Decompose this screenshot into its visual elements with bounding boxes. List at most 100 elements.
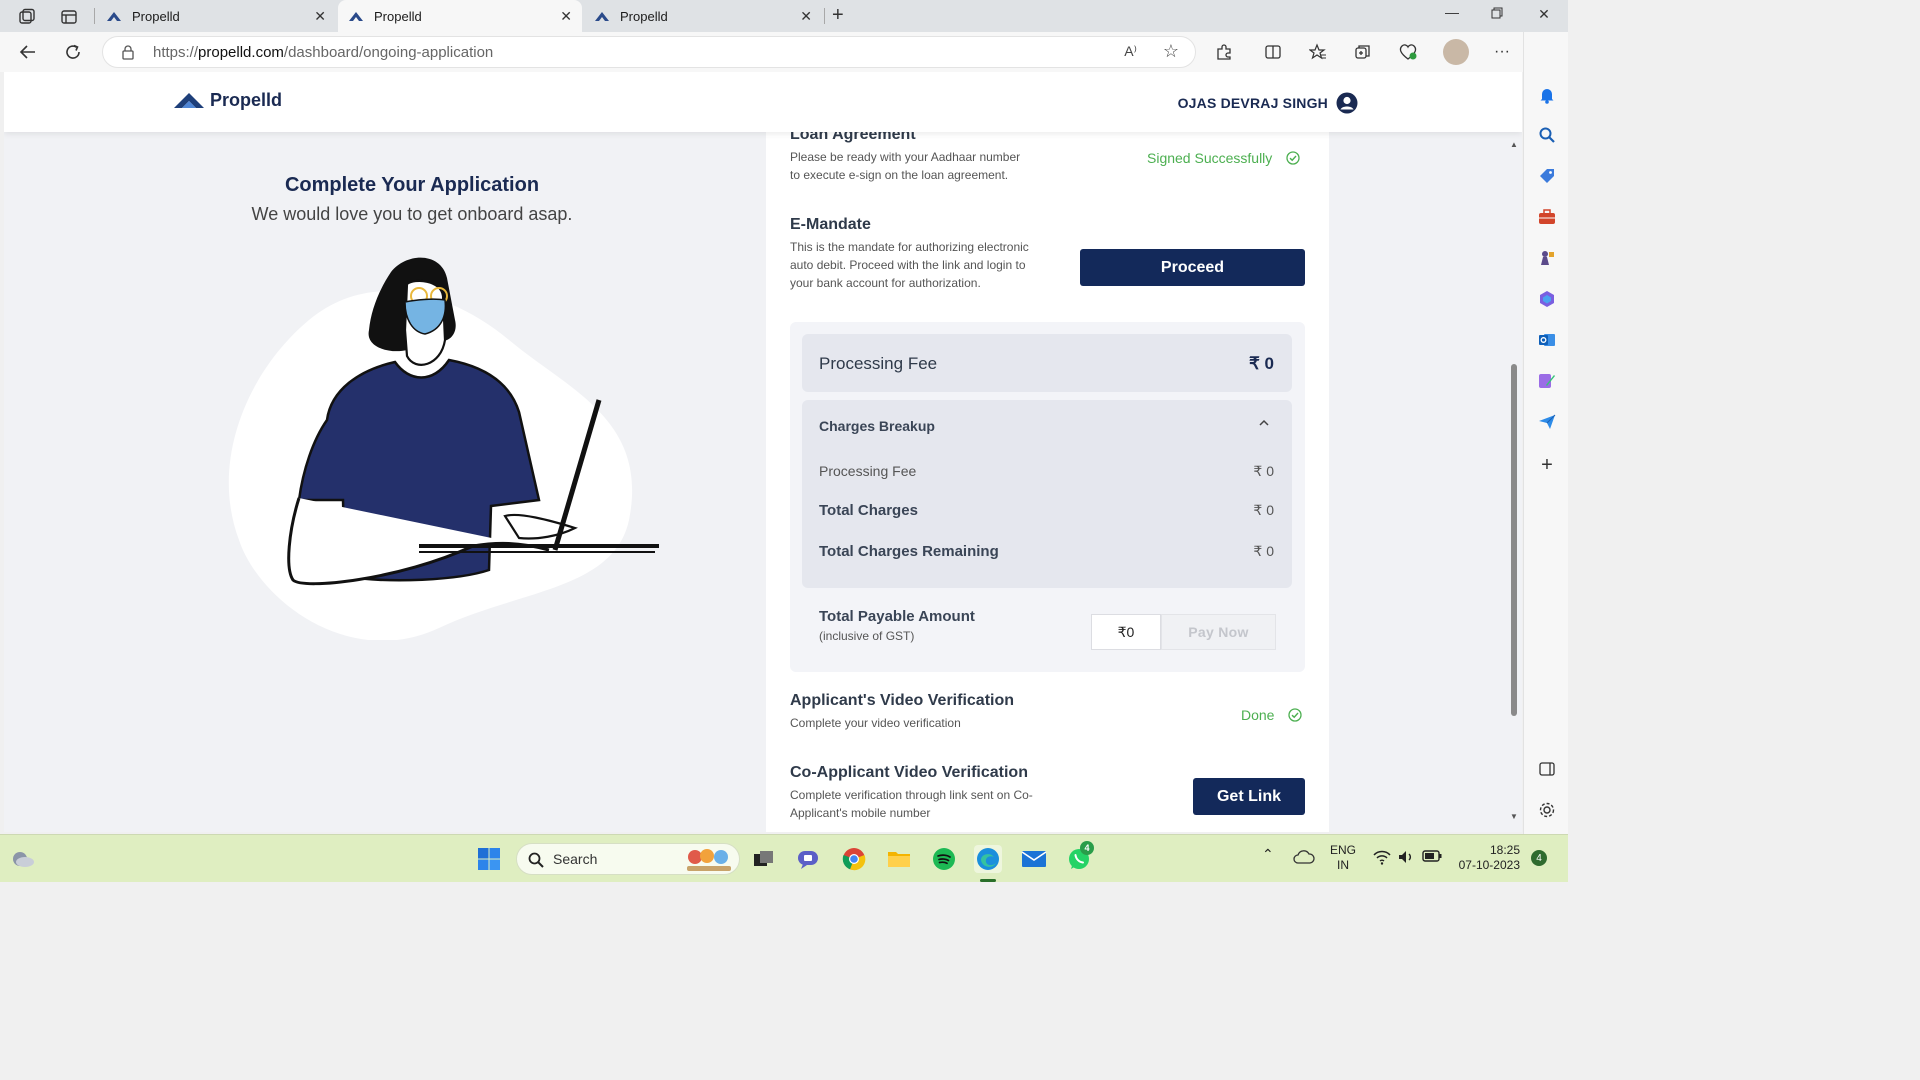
chevron-up-icon[interactable] xyxy=(1258,416,1270,430)
system-clock[interactable]: 18:25 07-10-2023 xyxy=(1454,843,1520,873)
designer-icon[interactable] xyxy=(1536,370,1558,392)
total-payable: Total Payable Amount (inclusive of GST) xyxy=(819,608,975,643)
clock-time: 18:25 xyxy=(1489,843,1520,857)
restore-icon[interactable] xyxy=(1487,6,1507,22)
settings-gear-icon[interactable] xyxy=(1536,799,1558,821)
volume-icon[interactable] xyxy=(1397,849,1415,869)
browser-tab-1[interactable]: Propelld ✕ xyxy=(96,0,336,32)
url-domain: propelld.com xyxy=(198,44,284,61)
extensions-icon[interactable] xyxy=(1213,41,1235,63)
browser-essentials-icon[interactable] xyxy=(1397,41,1419,63)
lock-icon[interactable] xyxy=(121,44,135,65)
teams-chat-icon[interactable] xyxy=(795,845,823,873)
hot-air-balloons-icon xyxy=(687,849,731,871)
spotify-icon[interactable] xyxy=(930,845,958,873)
profile-avatar[interactable] xyxy=(1443,39,1469,65)
tab-title: Propelld xyxy=(132,8,180,24)
done-status-text: Done xyxy=(1241,707,1275,723)
microsoft-365-icon[interactable] xyxy=(1536,288,1558,310)
weather-widget-icon[interactable] xyxy=(9,845,37,873)
windows-start-icon[interactable] xyxy=(475,845,503,873)
site-header: Propelld OJAS DEVRAJ SINGH xyxy=(4,72,1522,132)
breakup-row: Total Charges ₹ 0 xyxy=(819,502,1274,519)
minimize-icon[interactable]: — xyxy=(1442,4,1462,20)
chrome-icon[interactable] xyxy=(840,845,868,873)
back-arrow-icon[interactable] xyxy=(16,40,40,64)
notifications-bell-icon[interactable] xyxy=(1536,84,1558,106)
search-icon[interactable] xyxy=(1536,124,1558,146)
file-explorer-icon[interactable] xyxy=(885,845,913,873)
onedrive-cloud-icon[interactable] xyxy=(1293,849,1315,869)
scroll-up-arrow-icon[interactable]: ▲ xyxy=(1510,140,1518,149)
hide-sidebar-icon[interactable] xyxy=(1536,758,1558,780)
task-view-icon[interactable] xyxy=(750,845,778,873)
page-subtitle: We would love you to get onboard asap. xyxy=(251,204,573,224)
browser-tab-strip: Propelld ✕ Propelld ✕ Propelld ✕ + — ✕ xyxy=(0,0,1568,32)
edge-sidebar: + xyxy=(1523,32,1568,834)
whatsapp-unread-badge: 4 xyxy=(1080,841,1094,855)
browser-tab-3[interactable]: Propelld ✕ xyxy=(584,0,822,32)
user-account-icon xyxy=(1336,92,1358,114)
close-tab-icon[interactable]: ✕ xyxy=(560,8,572,25)
new-tab-icon[interactable]: + xyxy=(832,4,844,27)
check-circle-icon xyxy=(1288,708,1303,722)
payment-controls: ₹0 Pay Now xyxy=(1091,614,1276,650)
breakup-row: Total Charges Remaining ₹ 0 xyxy=(819,543,1274,560)
emandate-title: E-Mandate xyxy=(790,216,871,233)
emandate-section: E-Mandate This is the mandate for author… xyxy=(790,216,1030,292)
get-link-button[interactable]: Get Link xyxy=(1193,778,1305,815)
pay-now-button[interactable]: Pay Now xyxy=(1161,614,1276,650)
taskbar-search[interactable]: Search xyxy=(516,843,740,875)
workspaces-icon[interactable] xyxy=(16,6,38,28)
favorite-star-icon[interactable]: ☆ xyxy=(1163,41,1179,62)
user-menu[interactable]: OJAS DEVRAJ SINGH xyxy=(1178,92,1358,114)
breakup-row: Processing Fee ₹ 0 xyxy=(819,463,1274,480)
fee-card: Processing Fee ₹ 0 Charges Breakup Proce… xyxy=(790,322,1305,672)
scrollbar-thumb[interactable] xyxy=(1511,364,1517,716)
close-window-icon[interactable]: ✕ xyxy=(1534,6,1554,23)
tools-briefcase-icon[interactable] xyxy=(1536,206,1558,228)
processing-fee-value: ₹ 0 xyxy=(1249,354,1274,373)
notification-count-badge[interactable]: 4 xyxy=(1531,850,1547,866)
collections-icon[interactable] xyxy=(1352,41,1374,63)
brand-name: Propelld xyxy=(210,90,283,110)
battery-icon[interactable] xyxy=(1422,849,1442,867)
address-bar-row: https://propelld.com/dashboard/ongoing-a… xyxy=(0,32,1568,72)
browser-tab-2[interactable]: Propelld ✕ xyxy=(338,0,582,32)
scroll-down-arrow-icon[interactable]: ▼ xyxy=(1510,812,1518,821)
show-hidden-icons-chevron-icon[interactable]: ⌃ xyxy=(1262,847,1274,862)
proceed-button[interactable]: Proceed xyxy=(1080,249,1305,286)
co-applicant-desc: Complete verification through link sent … xyxy=(790,788,1033,820)
split-screen-icon[interactable] xyxy=(1262,41,1284,63)
processing-fee-label: Processing Fee xyxy=(819,354,938,373)
url-text[interactable]: https://propelld.com/dashboard/ongoing-a… xyxy=(153,44,493,61)
games-chess-icon[interactable] xyxy=(1536,247,1558,269)
send-paper-plane-icon[interactable] xyxy=(1536,411,1558,433)
edge-browser-icon[interactable] xyxy=(974,845,1002,873)
payable-amount: ₹0 xyxy=(1091,614,1161,650)
shopping-tag-icon[interactable] xyxy=(1536,165,1558,187)
mail-icon[interactable] xyxy=(1020,845,1048,873)
tab-actions-icon[interactable] xyxy=(58,6,80,28)
read-aloud-icon[interactable]: A⁾ xyxy=(1124,43,1137,60)
url-prefix: https:// xyxy=(153,44,199,61)
page-scrollbar[interactable]: ▲ ▼ xyxy=(1507,136,1521,824)
propelld-favicon-icon xyxy=(595,12,609,21)
favorites-icon[interactable] xyxy=(1307,41,1329,63)
site-logo[interactable]: Propelld xyxy=(174,90,282,111)
refresh-icon[interactable] xyxy=(61,40,85,64)
tab-title: Propelld xyxy=(620,8,668,24)
loan-agreement-status: Signed Successfully xyxy=(1147,150,1300,166)
more-options-icon[interactable]: ··· xyxy=(1491,41,1513,63)
close-tab-icon[interactable]: ✕ xyxy=(314,8,326,25)
wifi-icon[interactable] xyxy=(1373,849,1391,869)
input-language-indicator[interactable]: ENG IN xyxy=(1330,843,1356,873)
add-sidebar-app-icon[interactable]: + xyxy=(1536,454,1558,476)
close-tab-icon[interactable]: ✕ xyxy=(800,8,812,25)
outlook-icon[interactable] xyxy=(1536,329,1558,351)
charges-breakup-title[interactable]: Charges Breakup xyxy=(819,418,935,434)
check-circle-icon xyxy=(1286,151,1300,165)
url-bar[interactable]: https://propelld.com/dashboard/ongoing-a… xyxy=(102,36,1196,68)
page-title: Complete Your Application xyxy=(284,174,540,196)
signed-status-text: Signed Successfully xyxy=(1147,150,1273,166)
